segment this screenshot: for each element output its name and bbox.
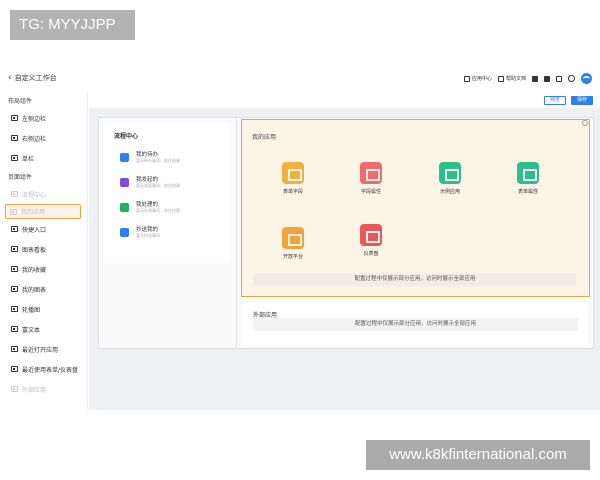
- sidebar-item-external-apps[interactable]: 外部应用: [0, 379, 87, 399]
- layout-icon: [11, 115, 18, 121]
- app-tile[interactable]: 示例应用: [425, 162, 475, 195]
- app-center-link[interactable]: 应用中心: [463, 75, 492, 82]
- flow-icon: [11, 191, 18, 197]
- clock-icon: [11, 366, 18, 372]
- sidebar-item-recent-forms[interactable]: 最近使用表单/仪表盘: [0, 359, 87, 379]
- flow-item-todo[interactable]: 我的待办 暂无待办事项，前往创建: [120, 150, 225, 172]
- chart-icon: [11, 286, 18, 292]
- send-icon: [120, 178, 129, 187]
- flow-item-initiated[interactable]: 我发起的 暂无发起事项，前往创建: [120, 175, 225, 197]
- save-button[interactable]: 保存: [571, 96, 593, 105]
- user-icon[interactable]: [532, 75, 538, 82]
- document-icon: [497, 75, 504, 82]
- sidebar-item-right-column[interactable]: 右侧边栏: [0, 128, 87, 148]
- gear-icon[interactable]: [582, 120, 588, 126]
- flow-item-handled[interactable]: 我处理的 暂无处理事项，前往创建: [120, 200, 225, 222]
- bell-icon: [120, 153, 129, 162]
- app-tile[interactable]: 字段属性: [346, 162, 396, 195]
- notification-icon[interactable]: [556, 75, 562, 82]
- component-sidebar: 布局组件 左侧边栏 右侧边栏 单栏 页面组件 流程中心 我的应用 快捷入口 图表…: [0, 92, 88, 410]
- help-docs-link[interactable]: 帮助文档: [497, 75, 526, 82]
- flow-center-card[interactable]: 流程中心 我的待办 暂无待办事项，前往创建 我发起的 暂无发起事项，前往创建 我…: [104, 123, 230, 263]
- sidebar-item-flow-center[interactable]: 流程中心: [0, 184, 87, 204]
- brand-logo-icon[interactable]: [581, 73, 592, 84]
- form-icon: [282, 162, 304, 184]
- sidebar-item-shortcuts[interactable]: 快捷入口: [0, 219, 87, 239]
- watermark-top: TG: MYYJJPP: [10, 10, 135, 40]
- field-icon: [360, 162, 382, 184]
- flow-center-title: 流程中心: [114, 133, 139, 140]
- dashboard-icon: [360, 224, 382, 246]
- list-icon: [517, 162, 539, 184]
- app-tile[interactable]: 仪表盘: [346, 224, 396, 257]
- sidebar-item-my-apps[interactable]: 我的应用: [5, 204, 81, 219]
- shortcut-icon: [11, 226, 18, 232]
- sidebar-item-carousel[interactable]: 轮播图: [0, 299, 87, 319]
- section-title-layout: 布局组件: [8, 98, 33, 105]
- sidebar-item-favorites[interactable]: 我的收藏: [0, 259, 87, 279]
- sidebar-item-left-column[interactable]: 左侧边栏: [0, 108, 87, 128]
- settings-icon[interactable]: [568, 75, 575, 82]
- chart-icon: [11, 246, 18, 252]
- users-icon: [439, 162, 461, 184]
- top-bar: ‹ 自定义工作台 应用中心 帮助文档: [0, 68, 600, 92]
- platform-icon: [282, 227, 304, 249]
- my-apps-notice: 配置过程中仅展示部分应用，访问时展示全部应用: [254, 273, 576, 286]
- column-divider: [236, 117, 237, 349]
- check-icon: [120, 203, 129, 212]
- copy-icon: [120, 228, 129, 237]
- sidebar-item-recent-apps[interactable]: 最近打开应用: [0, 339, 87, 359]
- chevron-left-icon: ‹: [8, 72, 12, 83]
- clock-icon: [11, 346, 18, 352]
- image-icon: [11, 306, 18, 312]
- external-apps-notice: 配置过程中仅展示部分应用，访问时展示全部应用: [253, 318, 578, 331]
- my-apps-card[interactable]: 我的应用 表单字段 字段属性 示例应用 表单属性 开放平台 仪表盘 配置过程中仅…: [241, 119, 590, 297]
- workbench-editor: TG: MYYJJPP ‹ 自定义工作台 应用中心 帮助文档 预览 保存 布局组…: [0, 0, 600, 480]
- message-icon[interactable]: [544, 75, 550, 82]
- my-apps-title: 我的应用: [252, 134, 277, 141]
- sidebar-item-rich-text[interactable]: 富文本: [0, 319, 87, 339]
- apps-icon: [10, 208, 17, 215]
- app-tile[interactable]: 表单字段: [268, 162, 318, 195]
- section-title-page: 页面组件: [8, 174, 33, 181]
- link-icon: [11, 386, 18, 392]
- grid-icon: [463, 75, 470, 82]
- toolbar: 应用中心 帮助文档: [463, 73, 592, 84]
- text-icon: [11, 326, 18, 332]
- star-icon: [11, 266, 18, 272]
- page-title: 自定义工作台: [14, 74, 57, 82]
- back-button[interactable]: ‹ 自定义工作台: [8, 73, 57, 83]
- app-tile[interactable]: 开放平台: [268, 227, 318, 260]
- sidebar-item-my-charts[interactable]: 我的图表: [0, 279, 87, 299]
- layout-icon: [11, 155, 18, 161]
- preview-button[interactable]: 预览: [544, 96, 566, 105]
- watermark-bottom: www.k8kfinternational.com: [366, 440, 590, 470]
- external-apps-card[interactable]: 外部应用 配置过程中仅展示部分应用，访问时展示全部应用: [243, 302, 588, 345]
- sidebar-item-single-column[interactable]: 单栏: [0, 148, 87, 168]
- flow-item-cc[interactable]: 抄送我的 暂无抄送事项: [120, 225, 225, 247]
- app-tile[interactable]: 表单属性: [503, 162, 553, 195]
- sidebar-item-chart-board[interactable]: 图表看板: [0, 239, 87, 259]
- layout-icon: [11, 135, 18, 141]
